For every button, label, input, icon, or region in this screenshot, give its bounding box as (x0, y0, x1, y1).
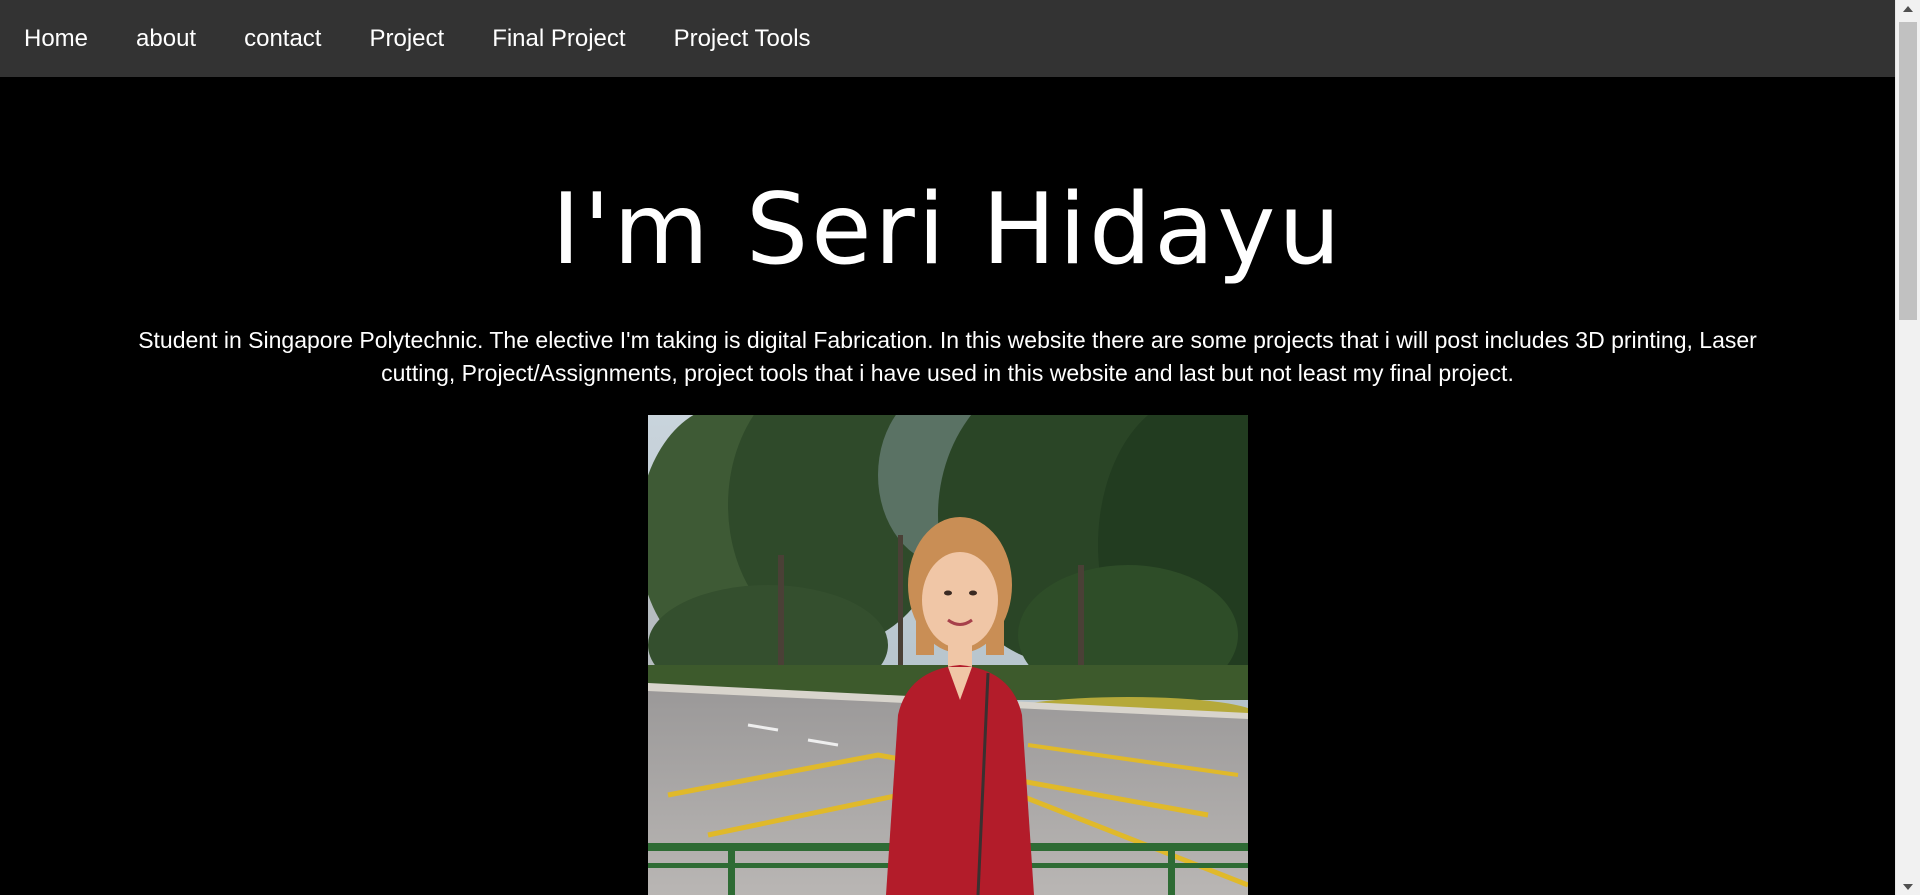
nav-link-home[interactable]: Home (24, 0, 88, 77)
nav-link-about[interactable]: about (136, 0, 196, 77)
nav-link-final-project[interactable]: Final Project (492, 0, 625, 77)
profile-photo (648, 415, 1248, 895)
intro-paragraph: Student in Singapore Polytechnic. The el… (138, 327, 1757, 386)
page: Home about contact Project Final Project… (0, 0, 1920, 895)
page-viewport: Home about contact Project Final Project… (0, 0, 1895, 895)
top-navbar: Home about contact Project Final Project… (0, 0, 1895, 77)
scroll-down-arrow-icon[interactable] (1896, 878, 1920, 895)
nav-link-project[interactable]: Project (369, 0, 444, 77)
scroll-up-arrow-icon[interactable] (1896, 0, 1920, 17)
page-title: I'm Seri Hidayu (551, 173, 1344, 287)
nav-link-project-tools[interactable]: Project Tools (674, 0, 811, 77)
profile-photo-image (648, 415, 1248, 895)
scrollbar-thumb[interactable] (1899, 22, 1917, 320)
nav-link-contact[interactable]: contact (244, 0, 321, 77)
vertical-scrollbar[interactable] (1895, 0, 1920, 895)
